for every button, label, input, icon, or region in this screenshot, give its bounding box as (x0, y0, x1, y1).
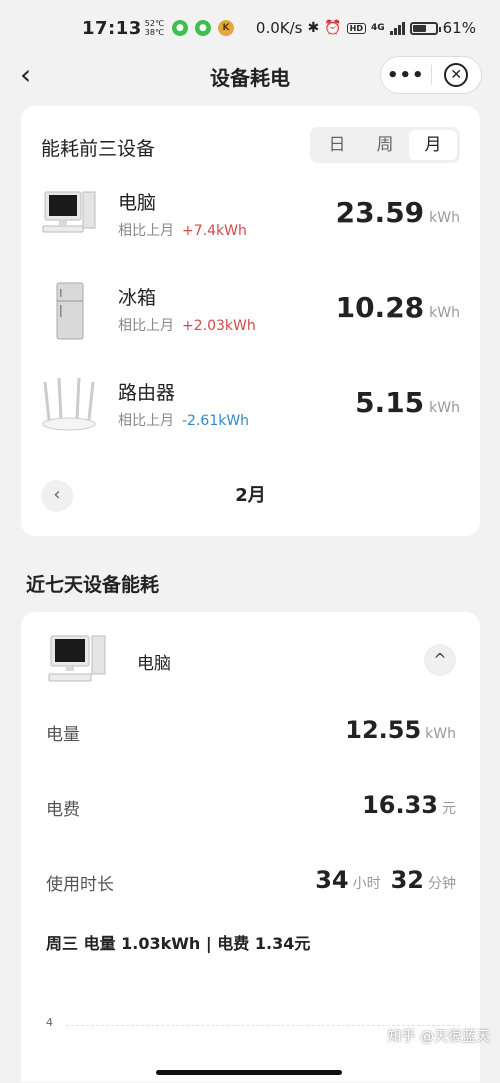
router-icon (42, 377, 96, 431)
status-bar: 17:13 52℃ 38℃ ● ● K 0.0K/s ✱ ⏰ HD 4G 61% (0, 0, 500, 56)
tab-day[interactable]: 日 (313, 130, 361, 160)
device-delta: +2.03kWh (182, 318, 256, 334)
power-metric: 电量 12.55 kWh (46, 716, 456, 748)
signal-icon (389, 21, 405, 35)
k-app-icon: K (217, 20, 234, 36)
miniapp-capsule: ••• ✕ (380, 56, 482, 94)
battery-icon (409, 21, 441, 35)
temperature-readout: 52℃ 38℃ (144, 19, 164, 37)
day-summary: 周三 电量 1.03kWh | 电费 1.34元 (46, 934, 311, 953)
device-compare: 相比上月 +7.4kWh (118, 223, 247, 239)
section-title: 近七天设备能耗 (26, 574, 160, 596)
computer-icon (48, 635, 106, 682)
top-devices-card: 能耗前三设备 日 周 月 电脑 相比上月 +7.4kWh 23.59 kWh 冰箱 … (21, 106, 480, 536)
status-time: 17:13 (82, 17, 142, 39)
device-name: 电脑 (137, 654, 171, 674)
watermark: 知乎 @天很蓝天 (387, 1029, 490, 1045)
fridge-icon (56, 282, 84, 340)
network-speed: 0.0K/s (255, 19, 303, 37)
power-value: 12.55 kWh (345, 716, 456, 744)
cost-value: 16.33 元 (362, 791, 456, 819)
usage-time-label: 使用时长 (46, 875, 114, 895)
device-row[interactable]: 冰箱 相比上月 +2.03kWh 10.28 kWh (21, 281, 480, 361)
power-label: 电量 (46, 725, 80, 745)
device-name: 冰箱 (118, 287, 157, 309)
wechat-icon-2: ● (194, 20, 211, 36)
home-indicator[interactable] (156, 1070, 342, 1075)
status-right: 0.0K/s ✱ ⏰ HD 4G 61% (256, 19, 476, 37)
device-value: 23.59 kWh (335, 196, 460, 229)
top-devices-title: 能耗前三设备 (41, 138, 156, 160)
close-icon: ✕ (444, 63, 469, 87)
computer-icon (42, 191, 96, 233)
device-compare: 相比上月 -2.61kWh (118, 413, 250, 429)
battery-percent: 61% (442, 19, 476, 37)
period-label: 2月 (235, 485, 266, 506)
y-axis-tick: 4 (46, 1016, 53, 1029)
collapse-button[interactable]: ^ (424, 644, 456, 676)
cost-metric: 电费 16.33 元 (46, 791, 456, 823)
cost-label: 电费 (46, 800, 80, 820)
device-compare: 相比上月 +2.03kWh (118, 318, 256, 334)
usage-time-value: 34 小时 32 分钟 (315, 866, 456, 894)
bluetooth-icon: ✱ (307, 20, 320, 36)
tab-week[interactable]: 周 (361, 130, 409, 160)
more-button[interactable]: ••• (381, 65, 431, 86)
weekly-card: 电脑 ^ 电量 12.55 kWh 电费 16.33 元 使用时长 34 小时 32 分… (21, 612, 480, 1082)
device-name: 路由器 (118, 382, 176, 404)
nav-bar: ‹ 设备耗电 ••• ✕ (0, 56, 500, 96)
battery-fill (412, 24, 427, 32)
month-pager: ‹ 2月 (41, 480, 460, 512)
device-row[interactable]: 路由器 相比上月 -2.61kWh 5.15 kWh (21, 376, 480, 456)
usage-time-metric: 使用时长 34 小时 32 分钟 (46, 866, 456, 898)
device-name: 电脑 (118, 192, 157, 214)
device-value: 5.15 kWh (355, 386, 460, 419)
device-delta: +7.4kWh (182, 223, 247, 239)
hd-icon: HD (346, 22, 366, 34)
wechat-icon: ● (171, 20, 188, 36)
period-switch: 日 周 月 (310, 127, 460, 163)
alarm-icon: ⏰ (324, 20, 342, 36)
device-value: 10.28 kWh (335, 291, 460, 324)
device-row[interactable]: 电脑 相比上月 +7.4kWh 23.59 kWh (21, 186, 480, 266)
tab-month[interactable]: 月 (409, 130, 457, 160)
close-button[interactable]: ✕ (431, 63, 481, 87)
device-delta: -2.61kWh (182, 413, 250, 429)
network-type: 4G (370, 23, 385, 33)
